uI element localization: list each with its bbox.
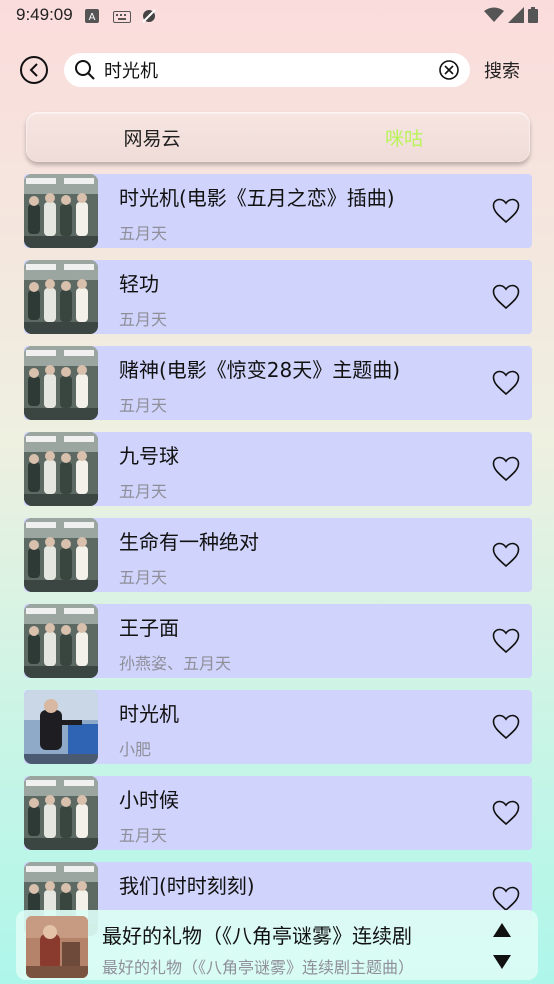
song-row[interactable]: 小时候 五月天 [24, 776, 532, 850]
song-row[interactable]: 生命有一种绝对 五月天 [24, 518, 532, 592]
now-playing-bar[interactable]: 最好的礼物（《八角亭谜雾》连续剧 最好的礼物（《八角亭谜雾》连续剧主题曲） [16, 910, 538, 980]
album-cover [24, 346, 98, 420]
heart-icon[interactable] [492, 284, 520, 310]
heart-icon[interactable] [492, 198, 520, 224]
song-row[interactable]: 时光机(电影《五月之恋》插曲) 五月天 [24, 174, 532, 248]
song-title: 轻功 [119, 272, 159, 296]
song-row[interactable]: 轻功 五月天 [24, 260, 532, 334]
search-icon [75, 60, 95, 80]
album-cover [24, 432, 98, 506]
no-location-icon [141, 8, 157, 23]
song-artist: 五月天 [119, 310, 168, 329]
album-cover [24, 604, 98, 678]
song-title: 时光机 [119, 702, 179, 726]
album-cover [24, 776, 98, 850]
expand-up-icon[interactable] [492, 922, 512, 938]
tab-migu[interactable]: 咪咕 [278, 112, 530, 162]
a-notification-icon: A [84, 8, 101, 23]
search-button[interactable]: 搜索 [484, 57, 520, 83]
search-input[interactable] [104, 59, 438, 81]
song-row[interactable]: 时光机 小肥 [24, 690, 532, 764]
wifi-icon [484, 7, 504, 22]
tab-netease[interactable]: 网易云 [26, 112, 278, 162]
song-title: 赌神(电影《惊变28天》主题曲) [119, 358, 401, 382]
heart-icon[interactable] [492, 370, 520, 396]
song-list: 时光机(电影《五月之恋》插曲) 五月天 轻功 五月天 赌神(电影《惊变28天》主… [24, 174, 532, 948]
song-row[interactable]: 赌神(电影《惊变28天》主题曲) 五月天 [24, 346, 532, 420]
chevron-left-icon [29, 63, 38, 77]
song-artist: 小肥 [119, 740, 152, 759]
status-right-icons [484, 7, 538, 23]
song-title: 生命有一种绝对 [119, 530, 259, 554]
signal-icon [508, 7, 524, 23]
song-artist: 五月天 [119, 396, 168, 415]
now-playing-cover [26, 916, 88, 978]
album-cover [24, 260, 98, 334]
search-box[interactable] [64, 53, 470, 87]
battery-icon [528, 7, 538, 23]
heart-icon[interactable] [492, 714, 520, 740]
now-playing-title: 最好的礼物（《八角亭谜雾》连续剧 [102, 924, 412, 948]
source-tabs: 网易云 咪咕 [26, 112, 530, 162]
status-bar: 9:49:09 A [0, 0, 554, 30]
now-playing-subtitle: 最好的礼物（《八角亭谜雾》连续剧主题曲） [102, 958, 415, 977]
song-title: 九号球 [119, 444, 179, 468]
status-time: 9:49:09 [16, 5, 73, 24]
svg-text:A: A [88, 12, 95, 23]
heart-icon[interactable] [492, 542, 520, 568]
song-artist: 五月天 [119, 482, 168, 501]
heart-icon[interactable] [492, 628, 520, 654]
clear-icon[interactable] [438, 59, 460, 81]
song-title: 王子面 [119, 616, 179, 640]
back-button[interactable] [20, 56, 48, 84]
collapse-down-icon[interactable] [492, 954, 512, 970]
heart-icon[interactable] [492, 456, 520, 482]
song-row[interactable]: 九号球 五月天 [24, 432, 532, 506]
song-artist: 孙燕姿、五月天 [119, 654, 232, 673]
album-cover [24, 518, 98, 592]
song-title: 我们(时时刻刻) [119, 874, 255, 898]
song-artist: 五月天 [119, 224, 168, 243]
song-row[interactable]: 王子面 孙燕姿、五月天 [24, 604, 532, 678]
song-title: 小时候 [119, 788, 179, 812]
album-cover [24, 174, 98, 248]
album-cover [24, 690, 98, 764]
search-row: 搜索 [20, 52, 540, 88]
song-artist: 五月天 [119, 568, 168, 587]
heart-icon[interactable] [492, 800, 520, 826]
song-artist: 五月天 [119, 826, 168, 845]
keyboard-icon [112, 8, 131, 23]
heart-icon[interactable] [492, 886, 520, 912]
song-title: 时光机(电影《五月之恋》插曲) [119, 186, 395, 210]
